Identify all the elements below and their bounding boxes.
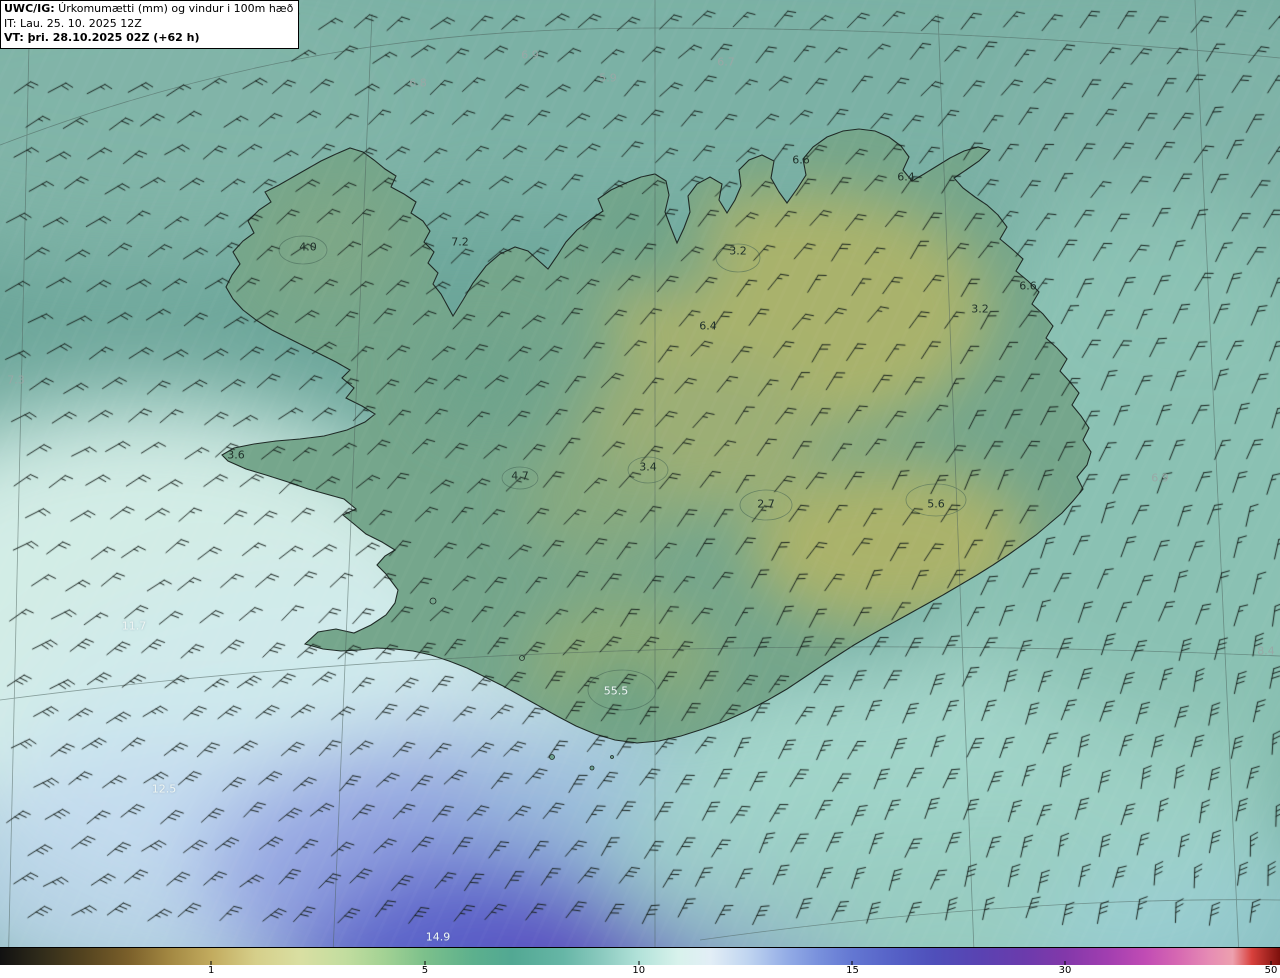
colorbar-tick-label: 5 bbox=[421, 965, 429, 976]
colorbar-tick-label: 50 bbox=[1264, 965, 1278, 976]
colorbar-tick bbox=[1064, 961, 1066, 965]
init-time: IT: Lau. 25. 10. 2025 12Z bbox=[4, 16, 142, 30]
colorbar: 1 5 10 15 30 50 bbox=[0, 947, 1280, 978]
valid-time-value: VT: þri. 28.10.2025 02Z bbox=[4, 31, 150, 45]
map-title-box: UWC/IG: Úrkomumætti (mm) og vindur i 100… bbox=[0, 0, 300, 49]
product-title: UWC/IG: Úrkomumætti (mm) og vindur i 100… bbox=[4, 2, 293, 17]
product-desc: Úrkomumætti (mm) og vindur i 100m hæð bbox=[54, 2, 294, 15]
valid-time-offset: (+62 h) bbox=[149, 31, 200, 45]
colorbar-gradient bbox=[0, 947, 1280, 966]
product-id: UWC/IG: bbox=[4, 2, 55, 15]
valid-time: VT: þri. 28.10.2025 02Z (+62 h) bbox=[4, 31, 293, 46]
colorbar-tick-label: 1 bbox=[208, 965, 215, 976]
colorbar-tick-label: 10 bbox=[632, 965, 646, 976]
colorbar-tick bbox=[210, 961, 212, 965]
colorbar-tick-label: 15 bbox=[846, 965, 859, 976]
colorbar-tick bbox=[851, 961, 853, 965]
colorbar-tick-row: 1 5 10 15 30 50 bbox=[0, 961, 1280, 978]
colorbar-tick bbox=[1270, 961, 1272, 965]
wind-barbs-layer bbox=[0, 0, 1280, 978]
colorbar-tick bbox=[638, 961, 640, 965]
colorbar-tick bbox=[424, 961, 426, 965]
colorbar-tick-label: 30 bbox=[1058, 965, 1072, 976]
weather-map: 6.9 5.9 6.8 6.7 7.3 6.9 8.4 6.6 6.4 4.0 7.2 3.2 6.6 3… bbox=[0, 0, 1280, 978]
